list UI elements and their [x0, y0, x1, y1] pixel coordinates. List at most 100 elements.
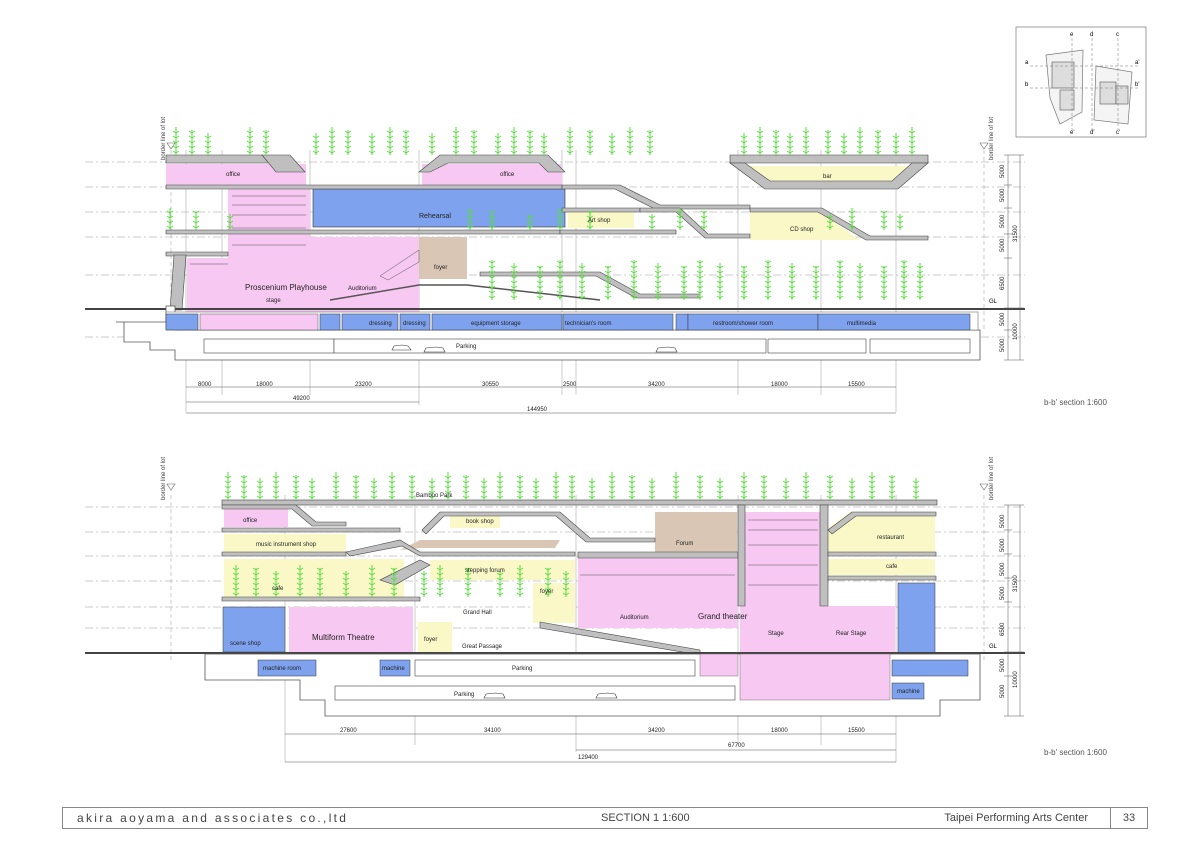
company-name: akira aoyama and associates co.,ltd [77, 811, 349, 825]
dim-label: 5000 [1000, 214, 1006, 228]
dim-label: 6500 [1000, 276, 1006, 290]
section-caption: b-b' section 1:600 [1044, 748, 1107, 757]
room-label: cafe [886, 564, 898, 570]
room-label: music instrument shop [256, 542, 317, 548]
cafe-room [828, 559, 935, 575]
dim-label: 27600 [340, 728, 357, 734]
dim-label: 5000 [1000, 538, 1006, 552]
project-name: Taipei Performing Arts Center [848, 808, 1111, 828]
office-room [422, 164, 562, 185]
room-label: Multiform Theatre [312, 633, 375, 642]
sheet-title: SECTION 1 1:600 [601, 812, 690, 824]
room-label: Bamboo Park [416, 493, 453, 499]
dim-label: 5000 [1000, 562, 1006, 576]
dim-total: 31500 [1013, 225, 1019, 242]
dim-label: 6500 [1000, 622, 1006, 636]
room-label: office [243, 518, 258, 524]
rear-blue-room [897, 582, 936, 654]
room-label: office [500, 172, 515, 178]
room-label: book shop [466, 519, 494, 525]
room-label: Auditorium [620, 615, 649, 621]
room-label: foyer [434, 265, 447, 271]
room-label: Grand theater [698, 612, 748, 621]
room-label: Forum [676, 541, 693, 547]
room-label: foyer [540, 589, 553, 595]
room-label: foyer [424, 637, 437, 643]
dim-label: 5000 [1000, 238, 1006, 252]
room-label: Grand Hall [463, 610, 492, 616]
room-label: stage [266, 298, 281, 304]
cafe-room [224, 559, 404, 597]
drawing-sheet: a e d c a' b b' e' d' c' border line of … [0, 0, 1191, 842]
room-label: machine [897, 689, 920, 695]
gl-label: GL [989, 644, 998, 650]
dim-label: 34100 [484, 728, 501, 734]
room-label: Parking [456, 344, 476, 350]
room-label: machine [382, 666, 405, 672]
room-label: Rehearsal [419, 213, 451, 220]
keyplan-label: d' [1090, 130, 1094, 136]
dim-label: 49200 [293, 396, 310, 402]
border-line-label-right: border line of lot [989, 457, 995, 500]
room-label: equipment storage [471, 321, 521, 327]
dim-label: 5000 [1000, 188, 1006, 202]
keyplan-label: d [1090, 32, 1093, 38]
border-line-label-left: border line of lot [161, 117, 167, 160]
room-label: Parking [454, 692, 474, 698]
section-caption: b-b' section 1:600 [1044, 398, 1107, 407]
room-label: stepping forum [465, 568, 505, 574]
foyer-room [419, 237, 467, 279]
dim-label: 2500 [563, 382, 577, 388]
room-label: Rear Stage [836, 631, 867, 637]
room-label: dressing [403, 321, 426, 327]
dim-label: 34200 [648, 382, 665, 388]
keyplan-label: c' [1116, 130, 1120, 136]
dim-label: 15500 [848, 382, 865, 388]
room-label: Stage [768, 631, 784, 637]
room-label: Art shop [588, 218, 611, 224]
dim-label: 15500 [848, 728, 865, 734]
dim-label: 67700 [728, 743, 745, 749]
dim-label: 18000 [771, 382, 788, 388]
title-block: akira aoyama and associates co.,ltd SECT… [62, 807, 1148, 829]
room-label: Parking [512, 666, 532, 672]
room-label: cafe [272, 586, 284, 592]
stepping-forum-upper [400, 540, 560, 550]
room-label: restroom/shower room [713, 321, 773, 327]
room-label: office [226, 172, 241, 178]
keyplan-label: c [1116, 32, 1119, 38]
gl-label: GL [989, 299, 998, 305]
dim-label: 18000 [771, 728, 788, 734]
room-label: CD shop [790, 227, 814, 233]
page-number: 33 [1122, 812, 1136, 824]
dim-label: 5000 [1000, 164, 1006, 178]
multiform-theatre-room [289, 607, 413, 652]
dim-label: 144950 [527, 407, 548, 413]
dim-label: 8000 [198, 382, 212, 388]
keyplan-label: a' [1135, 60, 1139, 66]
dim-label: 5000 [1000, 514, 1006, 528]
stage-tower [740, 512, 820, 606]
keyplan-label: b' [1135, 82, 1139, 88]
room-label: Great Passage [462, 644, 503, 650]
dim-label: 5000 [1000, 684, 1006, 698]
key-plan: a e d c a' b b' e' d' c' [1015, 26, 1147, 138]
dim-label: 5000 [1000, 658, 1006, 672]
dim-total: 10000 [1013, 671, 1019, 688]
room-label: machine room [263, 666, 301, 672]
room-label: Auditorium [348, 286, 377, 292]
room-label: multimedia [847, 321, 877, 327]
room-label: Proscenium Playhouse [245, 283, 327, 292]
border-line-label-left: border line of lot [161, 457, 167, 500]
room-label: technician's room [565, 321, 612, 327]
room-label: restaurant [877, 535, 904, 541]
section-upper: border line of lot border line of lot GL [85, 117, 1025, 414]
dim-label: 30550 [482, 382, 499, 388]
dim-label: 23200 [355, 382, 372, 388]
border-line-label-right: border line of lot [989, 117, 995, 160]
dim-label: 5000 [1000, 338, 1006, 352]
section-lower: border line of lot border line of lot GL [85, 457, 1025, 763]
room-label: bar [823, 174, 832, 180]
dim-total: 31500 [1013, 575, 1019, 592]
dim-label: 34200 [648, 728, 665, 734]
